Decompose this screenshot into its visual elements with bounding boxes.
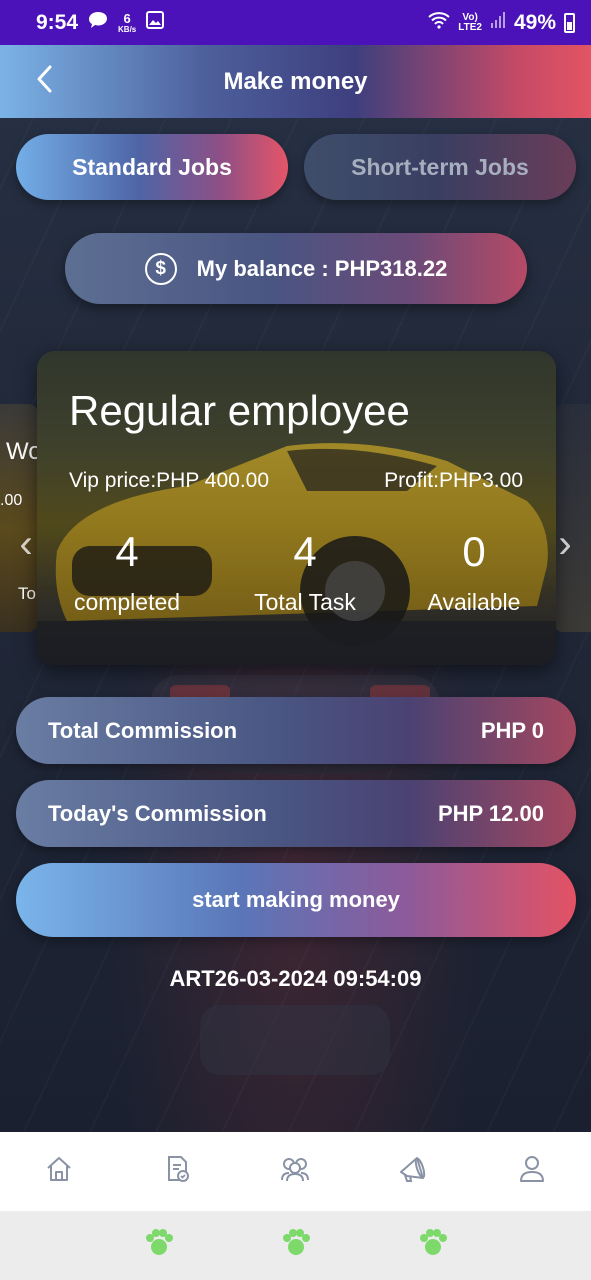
- stat-value: 0: [462, 528, 486, 575]
- chat-bubble-icon: [88, 11, 108, 35]
- network-speed: 6 KB/s: [118, 10, 137, 34]
- signal-icon: [490, 11, 506, 35]
- nav-promote[interactable]: [384, 1142, 444, 1202]
- system-nav-bar: [0, 1211, 591, 1280]
- stat-total-task: 4 Total Task: [220, 529, 390, 616]
- stat-available: 0 Available: [389, 529, 556, 616]
- team-icon: [278, 1154, 312, 1189]
- nav-tasks[interactable]: [147, 1142, 207, 1202]
- back-button[interactable]: [26, 63, 62, 99]
- status-time: 9:54: [36, 10, 79, 34]
- paw-icon[interactable]: [278, 1225, 314, 1266]
- nav-profile[interactable]: [502, 1142, 562, 1202]
- dollar-coin-icon: $: [144, 252, 177, 285]
- tasks-icon: [162, 1154, 192, 1189]
- tab-standard-jobs[interactable]: Standard Jobs: [16, 134, 288, 200]
- carousel-prev-button[interactable]: ‹: [14, 522, 38, 566]
- stat-value: 4: [293, 528, 317, 575]
- wifi-icon: [428, 11, 450, 35]
- carousel-prev-card[interactable]: Wo .00 To: [0, 404, 38, 632]
- stat-label: Available: [427, 589, 521, 615]
- megaphone-icon: [397, 1154, 431, 1189]
- chevron-right-icon: ›: [558, 521, 572, 566]
- chevron-left-icon: ‹: [19, 521, 33, 566]
- stat-label: completed: [73, 589, 181, 615]
- total-commission-row: Total Commission PHP 0: [16, 697, 576, 764]
- balance-pill: $ My balance : PHP318.22: [65, 233, 527, 304]
- battery-icon: [564, 12, 575, 33]
- timestamp: ART26-03-2024 09:54:09: [169, 966, 422, 991]
- profit: Profit:PHP3.00: [384, 469, 523, 492]
- profile-icon: [517, 1154, 547, 1189]
- nav-team[interactable]: [265, 1142, 325, 1202]
- page-title: Make money: [223, 67, 368, 95]
- balance-label: My balance : PHP318.22: [196, 255, 448, 281]
- bottom-nav: [0, 1132, 591, 1211]
- today-commission-value: PHP 12.00: [437, 800, 544, 826]
- stat-value: 4: [115, 528, 139, 575]
- nav-home[interactable]: [29, 1142, 89, 1202]
- paw-icon[interactable]: [141, 1225, 177, 1266]
- network-type: Vo) LTE2: [458, 11, 482, 33]
- stat-label: Total Task: [254, 589, 356, 615]
- prev-card-label: To: [18, 584, 36, 603]
- today-commission-row: Today's Commission PHP 12.00: [16, 780, 576, 847]
- job-card[interactable]: Regular employee Vip price:PHP 400.00 Pr…: [37, 351, 556, 665]
- prev-card-price: .00: [0, 492, 23, 509]
- tab-short-term-jobs[interactable]: Short-term Jobs: [304, 134, 576, 200]
- carousel-next-button[interactable]: ›: [553, 522, 577, 566]
- today-commission-label: Today's Commission: [48, 800, 267, 826]
- battery-percent: 49%: [513, 10, 556, 34]
- vip-price: Vip price:PHP 400.00: [69, 469, 270, 492]
- app-header: Make money: [0, 45, 591, 118]
- prev-card-title: Wo: [6, 438, 38, 465]
- total-commission-label: Total Commission: [48, 717, 238, 743]
- stat-completed: 4 completed: [42, 529, 212, 616]
- image-icon: [146, 10, 165, 35]
- status-bar: 9:54 6 KB/s Vo) LTE2 49%: [0, 0, 591, 45]
- card-title: Regular employee: [69, 387, 410, 434]
- chevron-left-icon: [35, 65, 53, 98]
- paw-icon[interactable]: [415, 1225, 451, 1266]
- start-making-money-button[interactable]: start making money: [16, 863, 576, 937]
- carousel-next-card[interactable]: [553, 404, 591, 632]
- home-icon: [44, 1154, 74, 1189]
- total-commission-value: PHP 0: [480, 717, 544, 743]
